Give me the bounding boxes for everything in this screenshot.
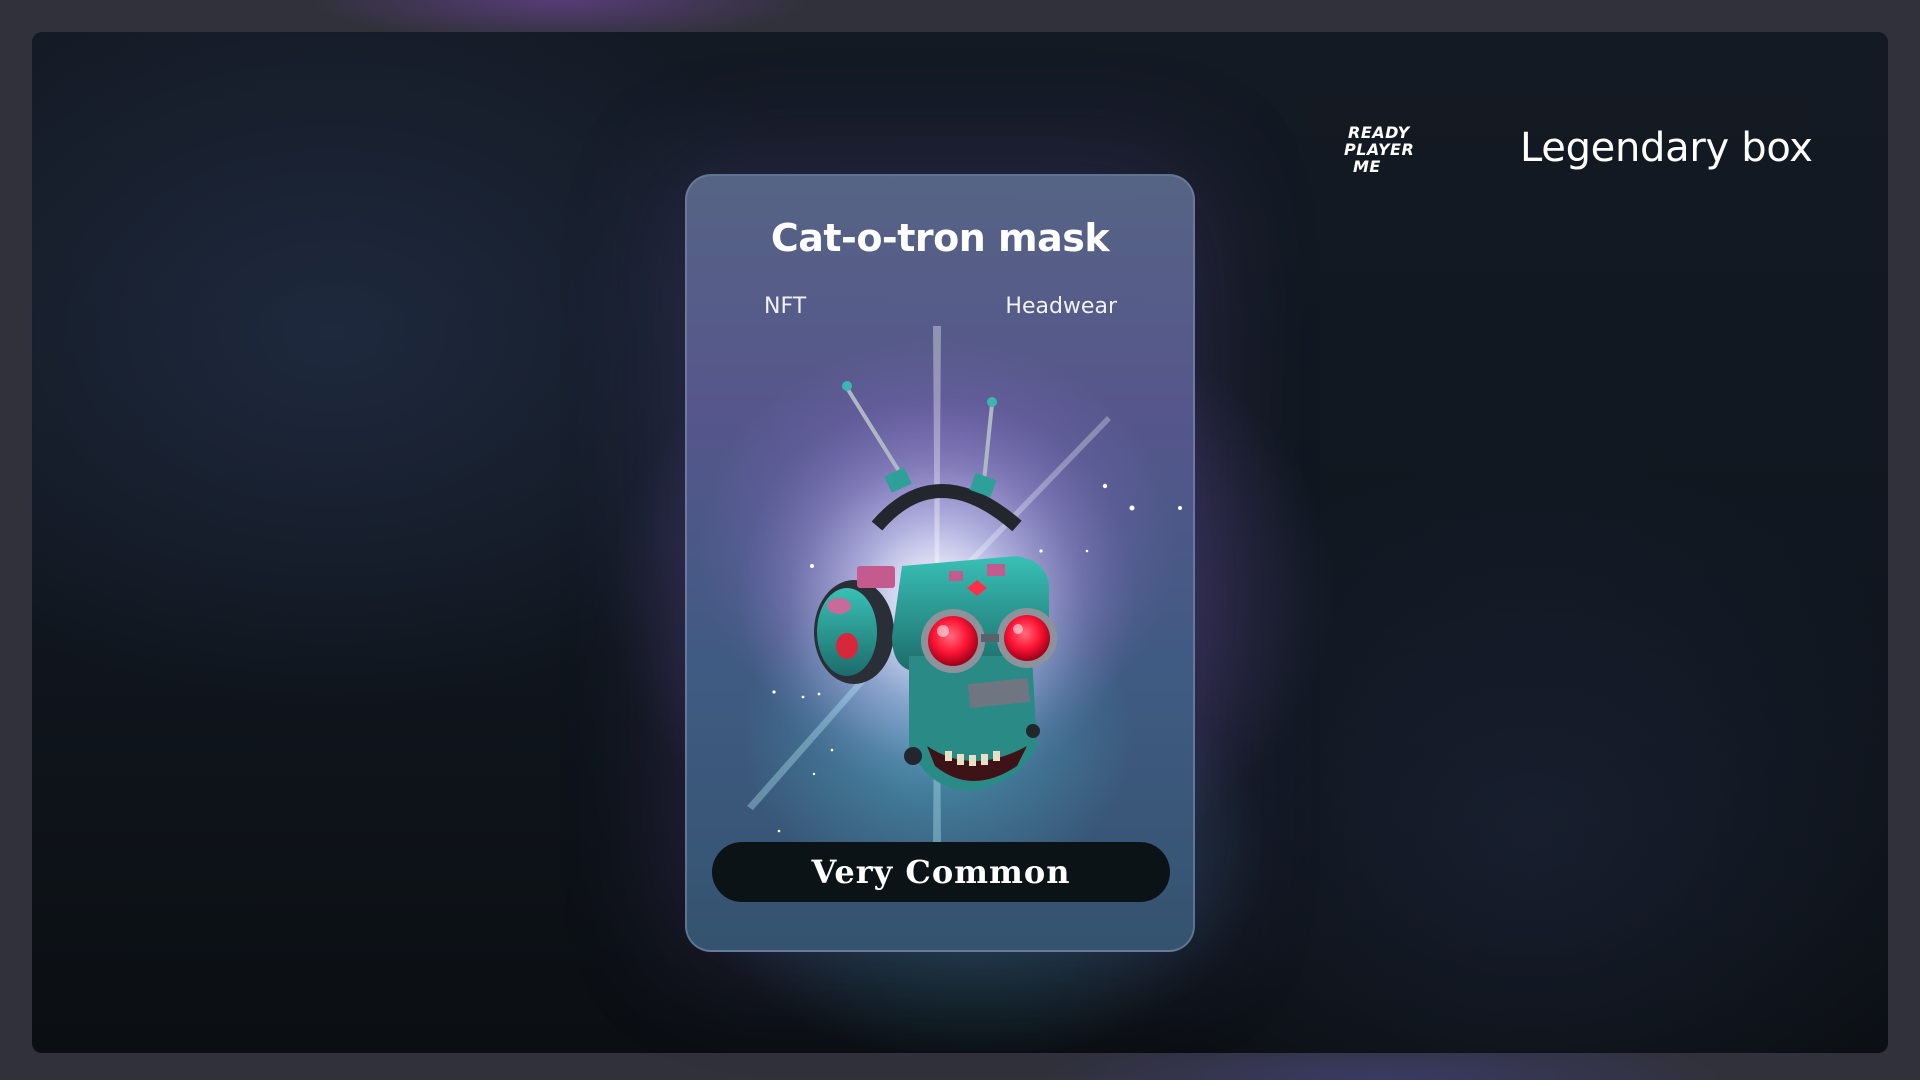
ready-player-me-logo: READY PLAYER ME — [1344, 124, 1428, 178]
robot-cat-mask-illustration — [737, 326, 1182, 846]
item-title: Cat-o-tron mask — [770, 216, 1110, 260]
item-type-tag: NFT — [764, 294, 807, 319]
logo-line-1: READY — [1348, 123, 1410, 142]
item-card[interactable]: Cat-o-tron mask NFT Headwear Very Common — [685, 174, 1195, 952]
rarity-badge: Very Common — [712, 842, 1170, 902]
item-category-tag: Headwear — [1005, 294, 1117, 319]
box-title: Legendary box — [1520, 125, 1813, 171]
logo-line-3: ME — [1353, 157, 1381, 176]
mask-head — [892, 556, 1049, 791]
logo-line-2: PLAYER — [1344, 140, 1415, 159]
